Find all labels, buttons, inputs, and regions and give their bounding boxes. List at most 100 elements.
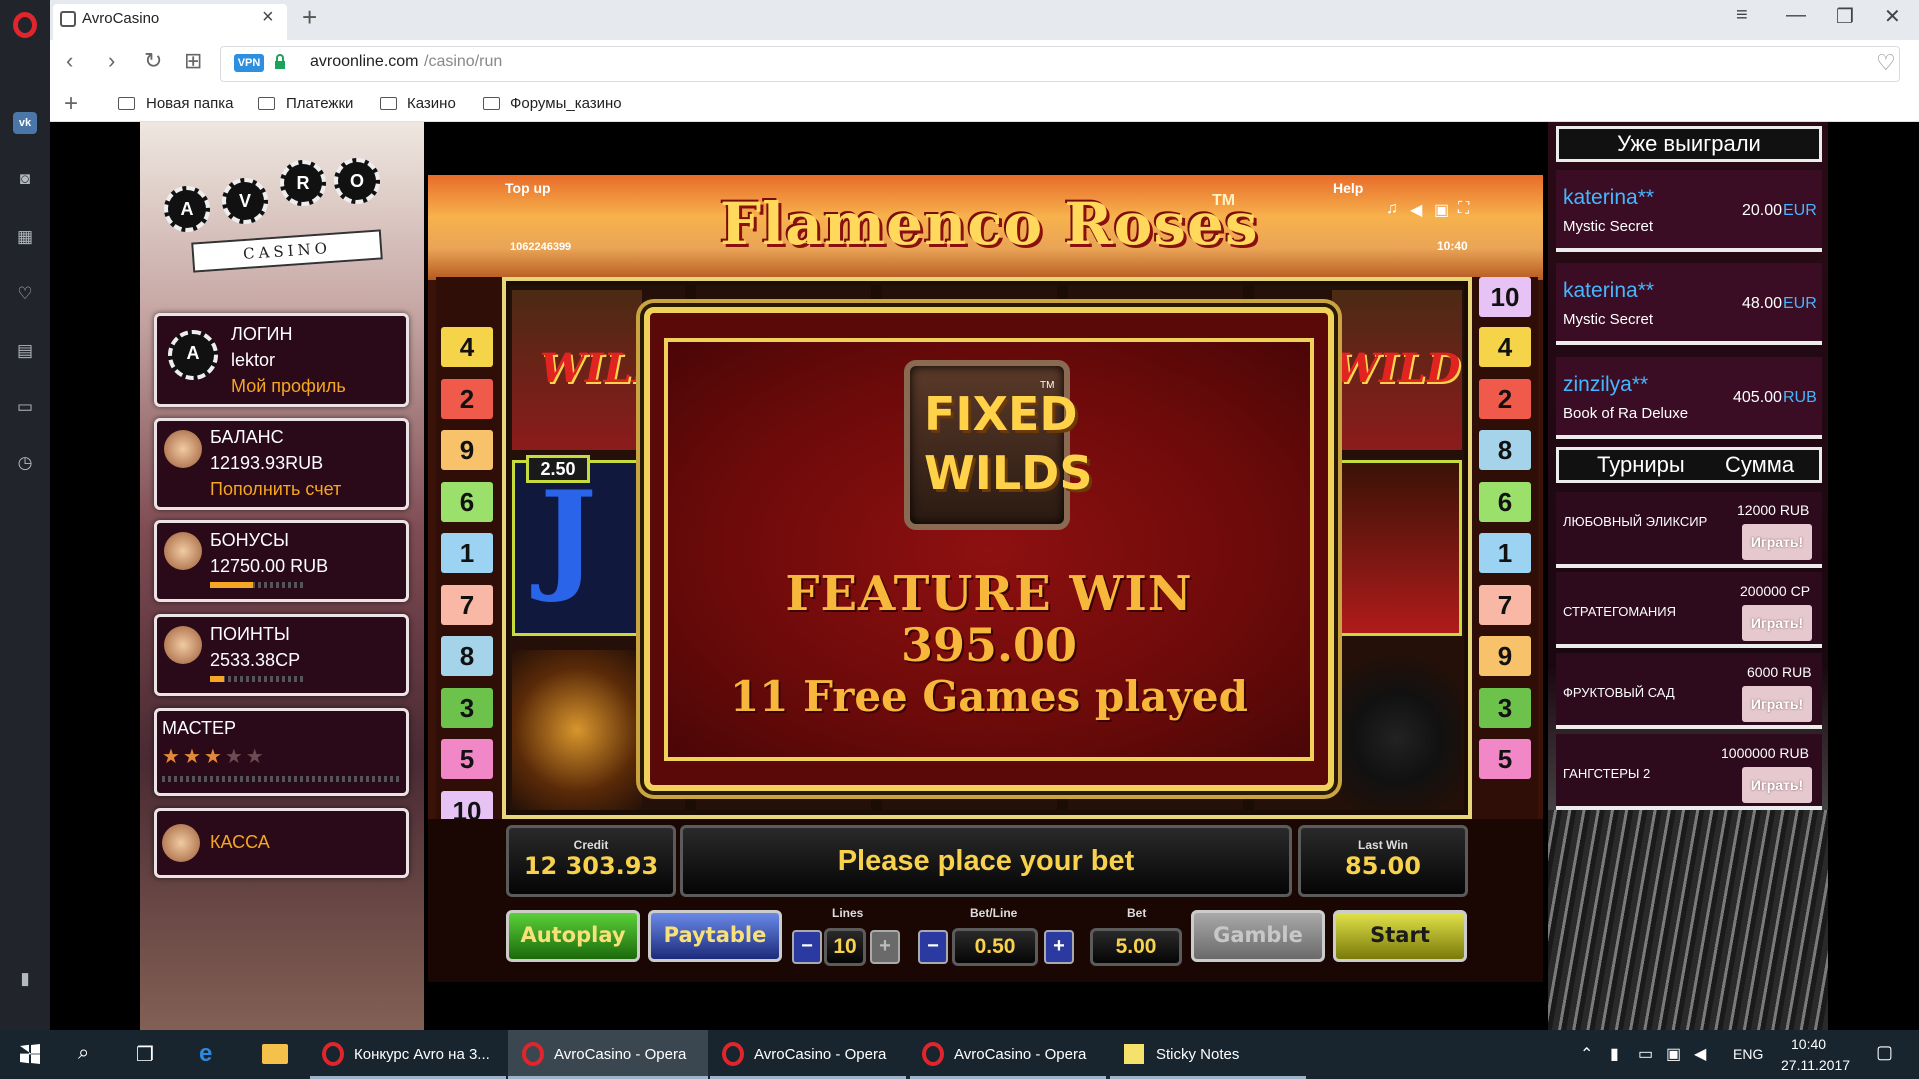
- tournament-play-button[interactable]: Играть!: [1742, 524, 1812, 560]
- settings-icon[interactable]: ▣: [1434, 200, 1449, 220]
- vpn-badge[interactable]: VPN: [234, 54, 264, 72]
- top-up-link[interactable]: Пополнить счет: [210, 479, 341, 500]
- taskbar-item-avrocasino[interactable]: AvroCasino - Opera: [954, 1030, 1086, 1079]
- lines-plus-button[interactable]: +: [870, 930, 900, 964]
- volume-icon[interactable]: ◀: [1694, 1044, 1706, 1064]
- forward-icon[interactable]: ›: [108, 48, 115, 74]
- message-display: Please place your bet: [680, 825, 1292, 897]
- new-tab-icon[interactable]: +: [302, 2, 317, 33]
- my-profile-link[interactable]: Мой профиль: [231, 376, 346, 397]
- rating-star-icon: ★: [162, 746, 180, 768]
- battery-icon[interactable]: ▭: [1638, 1044, 1653, 1064]
- minimize-icon[interactable]: —: [1786, 4, 1806, 27]
- winner-currency: RUB: [1783, 389, 1817, 406]
- payline-indicator: 2: [441, 378, 493, 419]
- winner-name: katerina**: [1563, 279, 1655, 302]
- start-button[interactable]: Start: [1333, 910, 1467, 962]
- cashier-title[interactable]: КАССА: [210, 832, 270, 853]
- bookmark-forums[interactable]: Форумы_казино: [510, 95, 622, 112]
- tournament-play-button[interactable]: Играть!: [1742, 767, 1812, 803]
- winner-currency: EUR: [1783, 295, 1817, 312]
- tray-chevron-icon[interactable]: ⌃: [1580, 1044, 1593, 1064]
- notifications-icon[interactable]: ▢: [1876, 1042, 1893, 1063]
- taskbar-item-avrocasino[interactable]: AvroCasino - Opera: [754, 1030, 886, 1079]
- tournament-name: ЛЮБОВНЫЙ ЭЛИКСИР: [1563, 514, 1708, 529]
- bet-label: Bet: [1127, 906, 1147, 920]
- payline-indicator: 2: [1479, 378, 1531, 419]
- lock-icon: [275, 54, 285, 69]
- payline-indicator: 7: [441, 584, 493, 625]
- gamble-button[interactable]: Gamble: [1191, 910, 1325, 962]
- lines-value: 10: [824, 928, 866, 966]
- network-icon[interactable]: ▣: [1666, 1044, 1681, 1064]
- help-button[interactable]: Help: [1333, 180, 1363, 196]
- betline-minus-button[interactable]: −: [918, 930, 948, 964]
- tabs-grid-icon[interactable]: ⊞: [184, 48, 202, 74]
- winner-amount: 20.00: [1742, 202, 1783, 219]
- task-view-icon[interactable]: ❐: [136, 1042, 154, 1067]
- tab-close-icon[interactable]: ×: [262, 6, 274, 29]
- sound-icon[interactable]: ◀: [1410, 200, 1422, 220]
- login-username: lektor: [231, 350, 276, 370]
- music-icon[interactable]: ♫: [1386, 200, 1398, 218]
- news-icon[interactable]: ▤: [13, 340, 37, 362]
- close-window-icon[interactable]: ✕: [1884, 4, 1901, 29]
- free-games-played: 11 Free Games played: [730, 672, 1248, 721]
- topup-button[interactable]: Top up: [505, 180, 551, 196]
- clock-time[interactable]: 10:40: [1791, 1036, 1826, 1052]
- payline-indicator: 8: [441, 636, 493, 676]
- lines-minus-button[interactable]: −: [792, 930, 822, 964]
- camera-icon[interactable]: ◙: [13, 168, 37, 190]
- credit-label: Credit: [573, 838, 609, 852]
- rating-star-icon: ★: [203, 746, 222, 768]
- sum-title: Сумма: [1725, 452, 1795, 477]
- autoplay-button[interactable]: Autoplay: [506, 910, 640, 962]
- bookmark-heart-icon[interactable]: ♡: [1876, 50, 1896, 76]
- vk-icon[interactable]: vk: [13, 112, 37, 134]
- reload-icon[interactable]: ↻: [144, 48, 162, 74]
- winner-game: Mystic Secret: [1563, 218, 1654, 235]
- taskbar-item-contest[interactable]: Конкурс Avro на 3...: [354, 1030, 490, 1079]
- opera-logo-icon[interactable]: [13, 12, 37, 38]
- restore-icon[interactable]: ❐: [1836, 4, 1854, 29]
- last-win-label: Last Win: [1358, 838, 1408, 852]
- clock-date[interactable]: 27.11.2017: [1781, 1057, 1850, 1073]
- edge-icon[interactable]: e: [199, 1040, 212, 1068]
- language-indicator[interactable]: ENG: [1733, 1046, 1763, 1062]
- taskbar-item-avrocasino-active[interactable]: AvroCasino - Opera: [554, 1030, 686, 1079]
- hat-symbol: [1332, 650, 1462, 810]
- speed-dial-icon[interactable]: ▦: [13, 226, 37, 248]
- payline-indicator: 3: [1479, 687, 1531, 728]
- player-icon[interactable]: ▭: [13, 396, 37, 418]
- game-clock: 10:40: [1437, 239, 1468, 253]
- winner-currency: EUR: [1783, 202, 1817, 219]
- tournaments-header: Турниры Сумма: [1556, 447, 1822, 483]
- bonuses-value: 12750.00 RUB: [210, 556, 329, 576]
- history-icon[interactable]: ◷: [13, 452, 37, 474]
- rating-star-icon: ★: [182, 746, 201, 768]
- master-progress: [162, 776, 402, 782]
- tray-lock-icon[interactable]: ▮: [1610, 1044, 1619, 1064]
- opera-taskbar-icon: [922, 1042, 944, 1066]
- betline-plus-button[interactable]: +: [1044, 930, 1074, 964]
- bookmark-casino[interactable]: Казино: [407, 95, 456, 112]
- url-path: /casino/run: [424, 53, 503, 70]
- bookmark-new-folder[interactable]: Новая папка: [146, 95, 233, 112]
- paytable-button[interactable]: Paytable: [648, 910, 782, 962]
- login-title: ЛОГИН: [231, 324, 293, 344]
- file-explorer-icon[interactable]: [262, 1044, 288, 1064]
- add-bookmark-icon[interactable]: +: [64, 90, 78, 118]
- heart-icon[interactable]: ♡: [13, 283, 37, 305]
- bookmark-payments[interactable]: Платежки: [286, 95, 353, 112]
- tournament-play-button[interactable]: Играть!: [1742, 605, 1812, 641]
- tournament-play-button[interactable]: Играть!: [1742, 686, 1812, 722]
- taskbar-item-sticky-notes[interactable]: Sticky Notes: [1156, 1030, 1239, 1079]
- search-icon[interactable]: ⌕: [78, 1042, 89, 1065]
- tab-menu-icon[interactable]: ≡: [1736, 4, 1748, 27]
- back-icon[interactable]: ‹: [66, 48, 73, 74]
- avatar: A: [168, 330, 218, 380]
- balance-value: 12193.93RUB: [210, 453, 324, 473]
- fullscreen-icon[interactable]: ⛶: [1458, 200, 1469, 218]
- sidebar-toggle-icon[interactable]: ▮: [13, 968, 37, 990]
- logo-chip-r: R: [280, 160, 326, 206]
